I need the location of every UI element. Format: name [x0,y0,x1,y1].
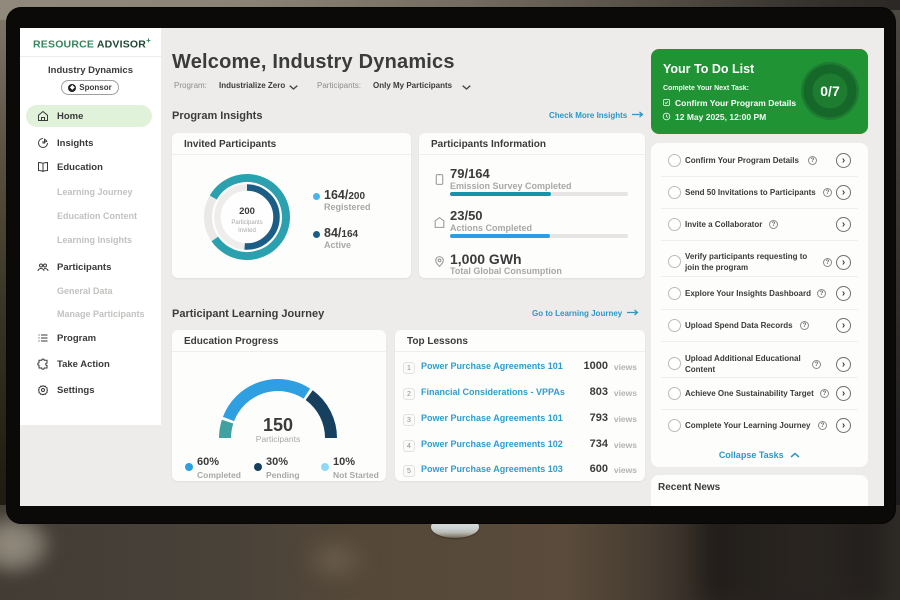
svg-text:0/7: 0/7 [820,83,840,99]
svg-text:150: 150 [263,415,293,435]
svg-text:200: 200 [239,206,255,217]
svg-text:Invited: Invited [238,228,256,234]
svg-text:Participants: Participants [231,220,262,226]
svg-text:Participants: Participants [256,434,300,444]
